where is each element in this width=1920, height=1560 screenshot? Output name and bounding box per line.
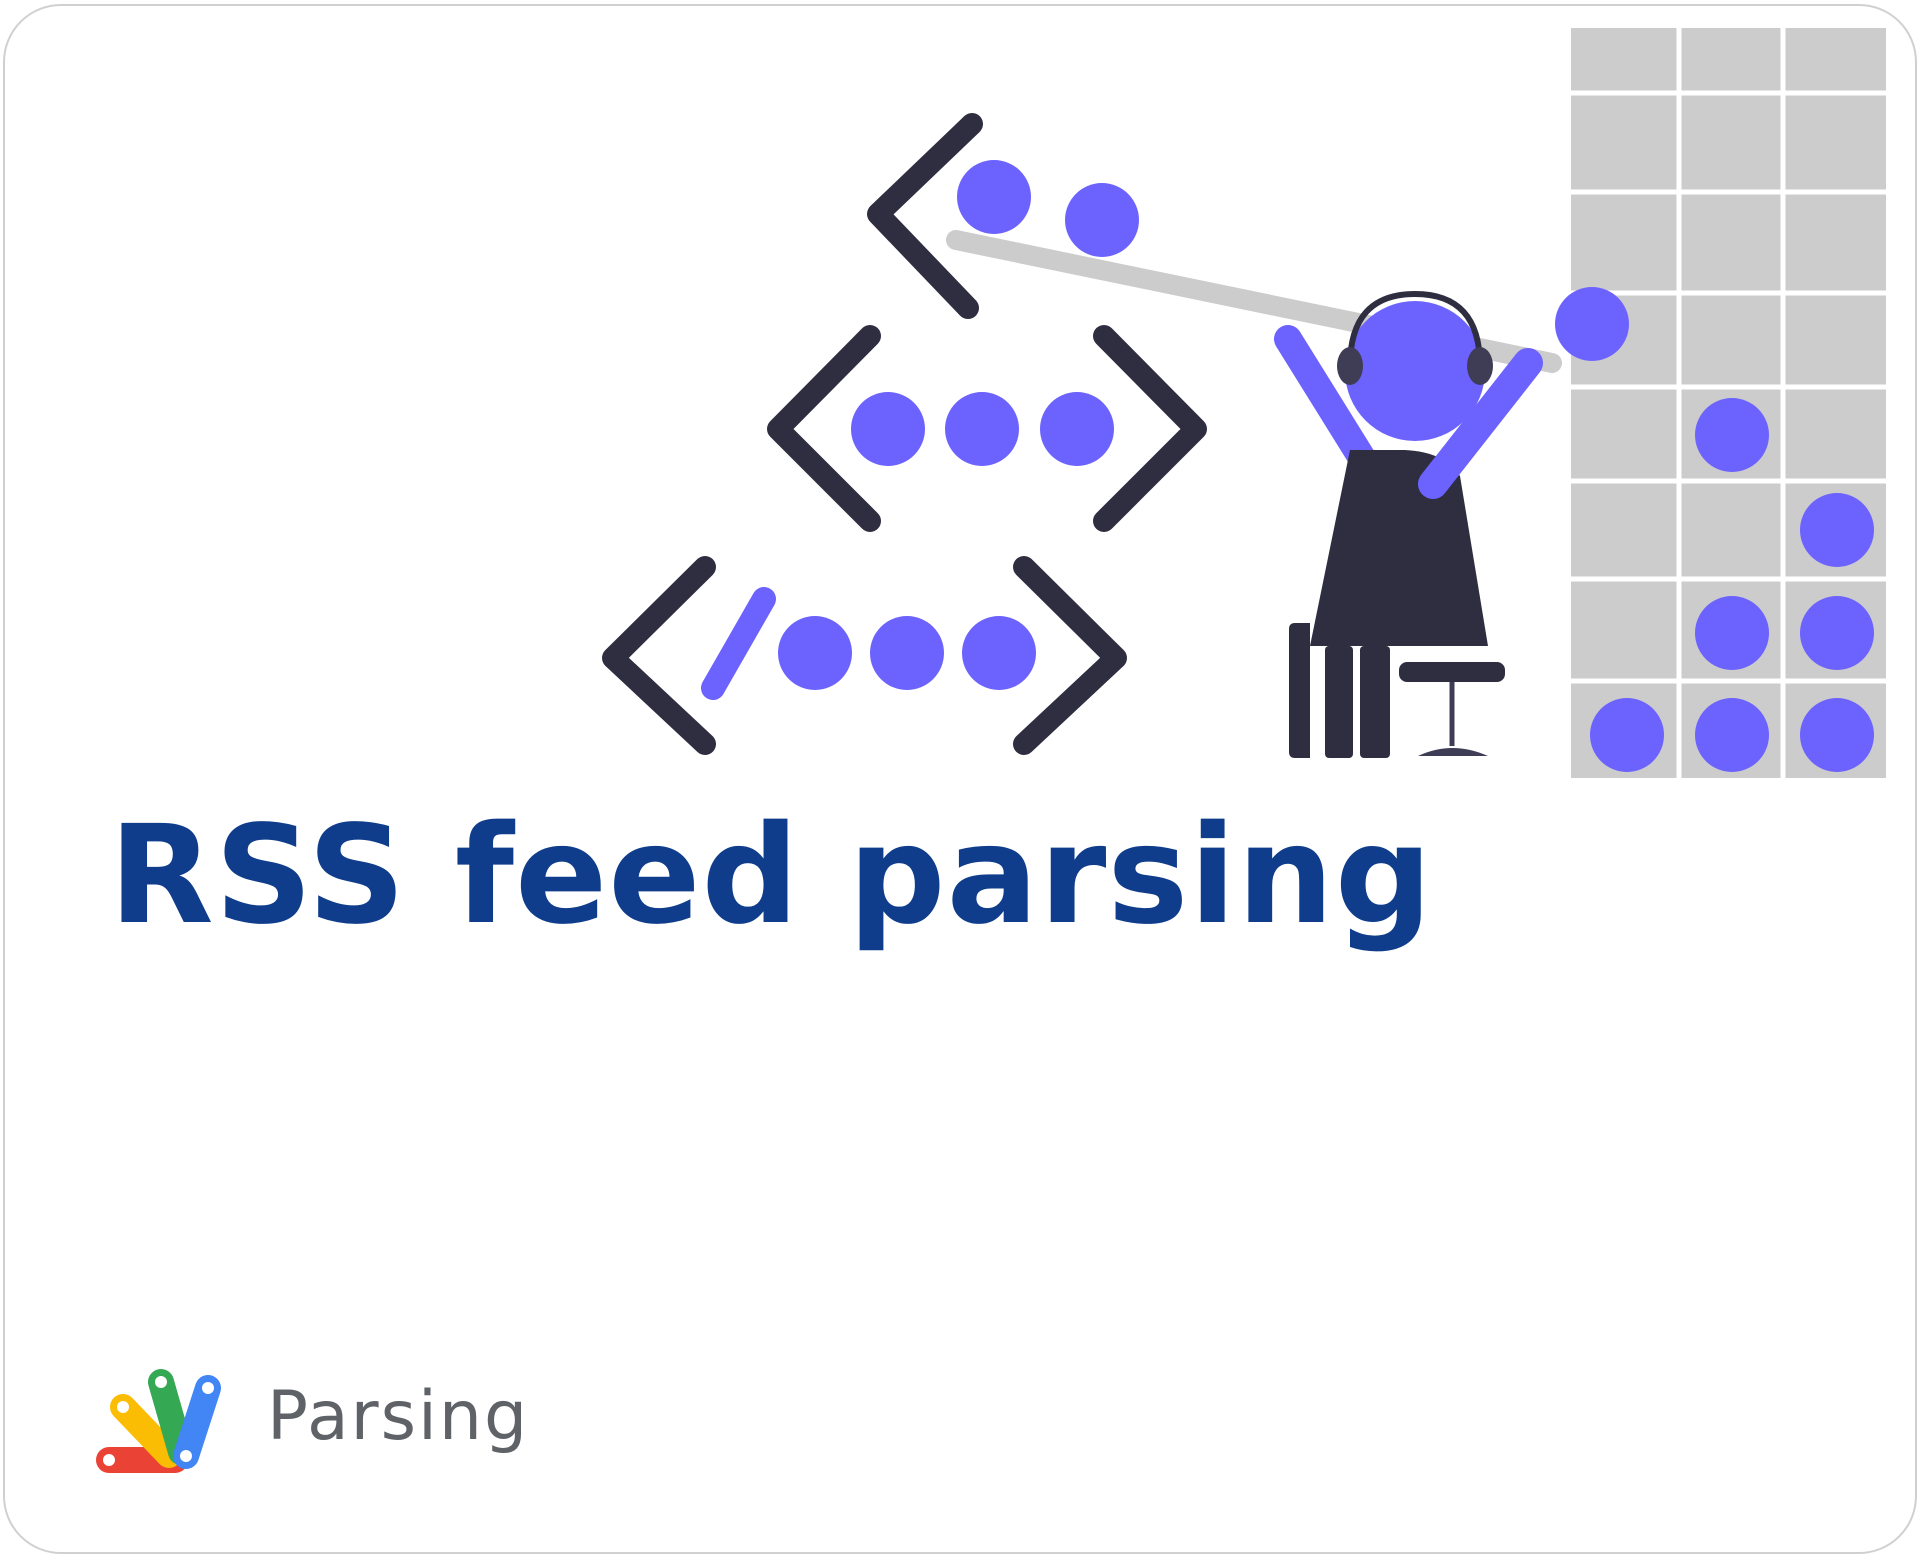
illustration [602, 28, 1886, 778]
card: RSS feed parsing Parsing [3, 4, 1917, 1554]
closing-slash [701, 587, 776, 700]
apps-script-logo-icon [96, 1369, 221, 1473]
category-footer: Parsing [93, 1356, 529, 1476]
person [1274, 290, 1543, 758]
category-label: Parsing [267, 1376, 530, 1456]
page-title: RSS feed parsing [109, 797, 1434, 955]
